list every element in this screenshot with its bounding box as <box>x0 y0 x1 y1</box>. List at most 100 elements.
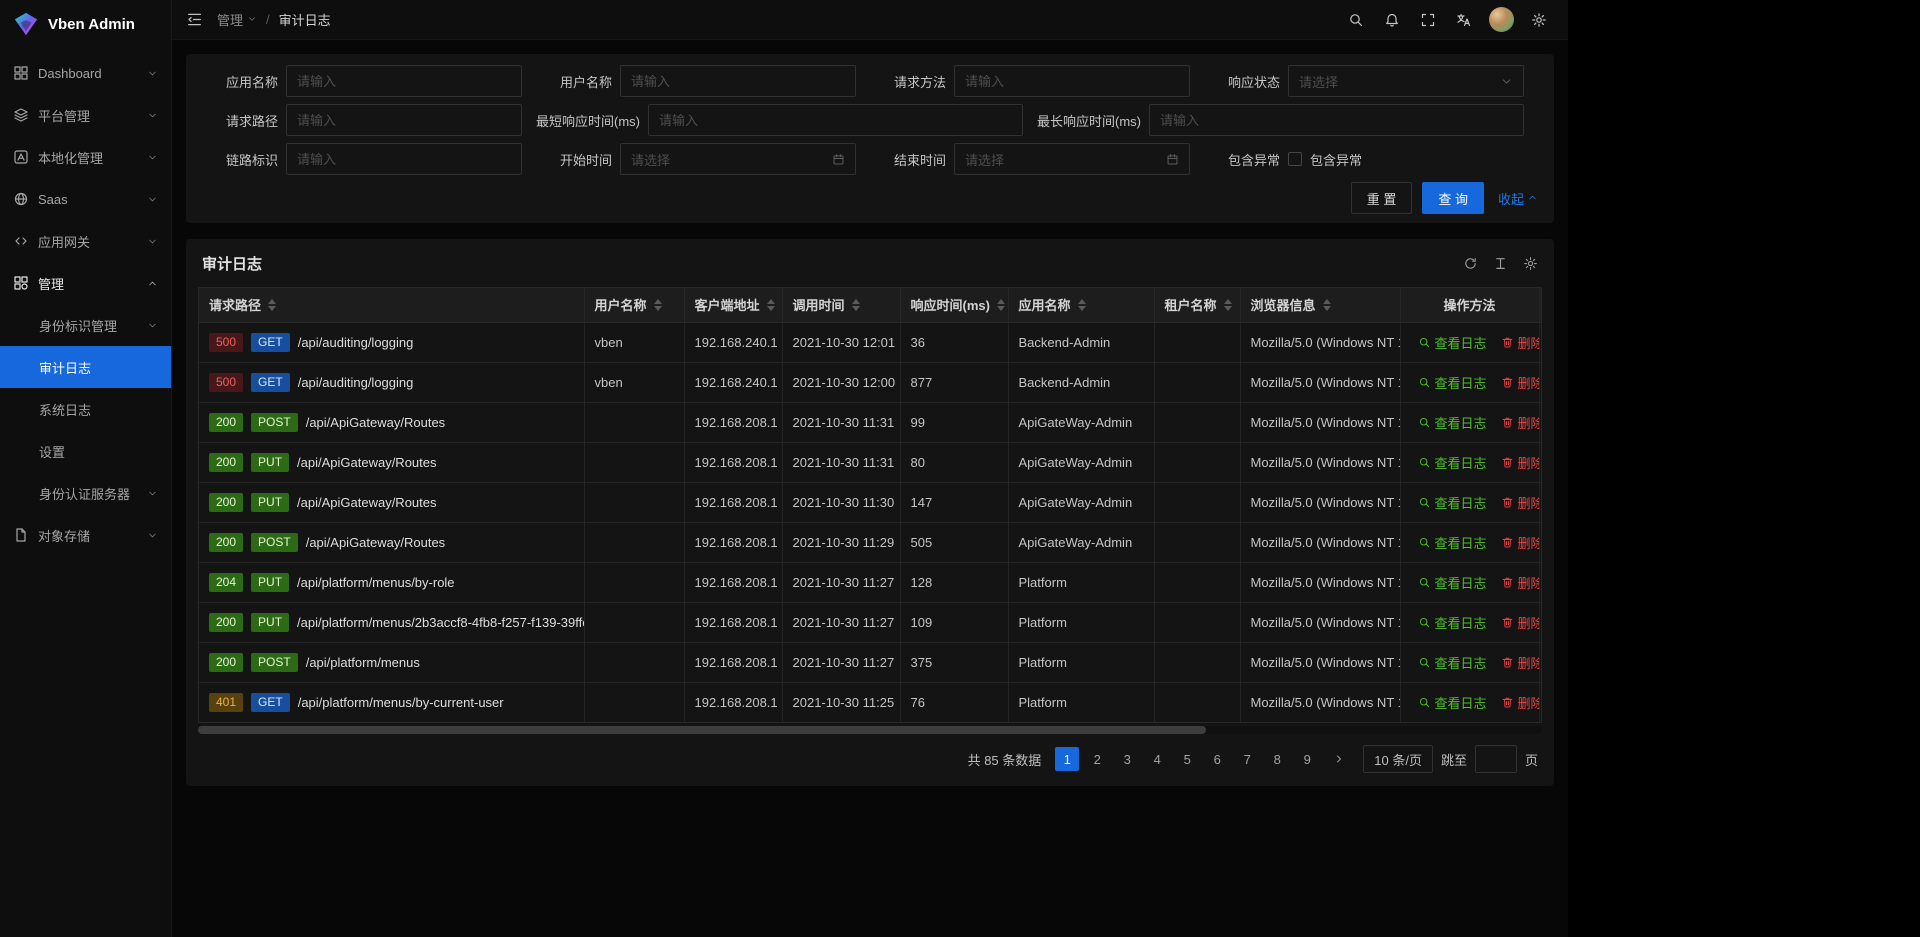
sidebar-item-locale[interactable]: 本地化管理 <box>0 136 171 178</box>
column-header-path[interactable]: 请求路径 <box>199 288 584 322</box>
view-log-button[interactable]: 查看日志 <box>1418 693 1487 712</box>
view-log-button[interactable]: 查看日志 <box>1418 493 1487 512</box>
sidebar-subitem-audit-log[interactable]: 审计日志 <box>0 346 171 388</box>
jump-page-input[interactable] <box>1475 745 1517 773</box>
filter-input-app-name[interactable] <box>286 65 522 97</box>
page-button-1[interactable]: 1 <box>1055 747 1079 771</box>
topbar-actions <box>1341 5 1554 35</box>
view-log-button[interactable]: 查看日志 <box>1418 533 1487 552</box>
view-log-button[interactable]: 查看日志 <box>1418 613 1487 632</box>
sort-icon[interactable] <box>1224 299 1232 311</box>
user-avatar[interactable] <box>1489 7 1514 32</box>
filter-date-start-time[interactable]: 请选择 <box>620 143 856 175</box>
column-height-icon[interactable] <box>1493 256 1508 271</box>
sort-icon[interactable] <box>1078 299 1086 311</box>
sidebar-subitem-settings[interactable]: 设置 <box>0 430 171 472</box>
reset-button[interactable]: 重 置 <box>1351 182 1413 214</box>
cell-ms: 128 <box>900 562 1008 602</box>
filter-input-user-name[interactable] <box>620 65 856 97</box>
status-badge: 204 <box>209 573 243 592</box>
sidebar-subitem-system-log[interactable]: 系统日志 <box>0 388 171 430</box>
fullscreen-icon[interactable] <box>1413 5 1443 35</box>
next-page-button[interactable] <box>1327 747 1351 771</box>
page-button-3[interactable]: 3 <box>1115 747 1139 771</box>
page-button-9[interactable]: 9 <box>1295 747 1319 771</box>
delete-button[interactable]: 删除 <box>1501 693 1539 712</box>
cell-user <box>584 522 684 562</box>
delete-button[interactable]: 删除 <box>1501 613 1539 632</box>
sort-icon[interactable] <box>767 299 775 311</box>
view-log-button[interactable]: 查看日志 <box>1418 453 1487 472</box>
translate-icon[interactable] <box>1449 5 1479 35</box>
filter-input-request-path[interactable] <box>286 104 522 136</box>
view-log-button[interactable]: 查看日志 <box>1418 413 1487 432</box>
column-header-tenant[interactable]: 租户名称 <box>1154 288 1240 322</box>
delete-button[interactable]: 删除 <box>1501 573 1539 592</box>
filter-label: 用户名称 <box>536 72 612 91</box>
page-button-2[interactable]: 2 <box>1085 747 1109 771</box>
sidebar-item-platform[interactable]: 平台管理 <box>0 94 171 136</box>
column-header-time[interactable]: 调用时间 <box>782 288 900 322</box>
sort-icon[interactable] <box>1323 299 1331 311</box>
delete-button[interactable]: 删除 <box>1501 413 1539 432</box>
filter-checkbox-has-exception[interactable]: 包含异常 <box>1288 150 1362 169</box>
column-header-ms[interactable]: 响应时间(ms) <box>900 288 1008 322</box>
page-button-4[interactable]: 4 <box>1145 747 1169 771</box>
scrollbar-thumb[interactable] <box>198 726 1206 734</box>
cell-actions: 查看日志删除 <box>1400 322 1539 362</box>
search-button[interactable]: 查 询 <box>1422 182 1484 214</box>
settings-icon[interactable] <box>1524 5 1554 35</box>
horizontal-scrollbar[interactable] <box>198 726 1542 734</box>
breadcrumb-separator: / <box>266 12 270 27</box>
cell-path: 200POST/api/ApiGateway/Routes <box>199 522 584 562</box>
filler-cell <box>1539 682 1541 722</box>
sort-icon[interactable] <box>997 299 1005 311</box>
filter-date-end-time[interactable]: 请选择 <box>954 143 1190 175</box>
sidebar-item-dashboard[interactable]: Dashboard <box>0 52 171 94</box>
sort-icon[interactable] <box>654 299 662 311</box>
page-button-5[interactable]: 5 <box>1175 747 1199 771</box>
sidebar-item-storage[interactable]: 对象存储 <box>0 514 171 556</box>
delete-button[interactable]: 删除 <box>1501 333 1539 352</box>
settings-icon[interactable] <box>1523 256 1538 271</box>
delete-button[interactable]: 删除 <box>1501 653 1539 672</box>
view-log-button[interactable]: 查看日志 <box>1418 333 1487 352</box>
delete-button[interactable]: 删除 <box>1501 493 1539 512</box>
delete-button[interactable]: 删除 <box>1501 533 1539 552</box>
sidebar-item-manage[interactable]: 管理 <box>0 262 171 304</box>
column-header-app[interactable]: 应用名称 <box>1008 288 1154 322</box>
filter-input-max-response-time[interactable] <box>1149 104 1524 136</box>
page-button-8[interactable]: 8 <box>1265 747 1289 771</box>
sidebar-item-label: 管理 <box>38 274 147 293</box>
search-icon[interactable] <box>1341 5 1371 35</box>
collapse-link[interactable]: 收起 <box>1498 189 1538 208</box>
delete-button[interactable]: 删除 <box>1501 453 1539 472</box>
method-badge: GET <box>251 373 290 392</box>
checkbox-icon[interactable] <box>1288 152 1302 166</box>
sidebar-item-saas[interactable]: Saas <box>0 178 171 220</box>
sidebar-item-gateway[interactable]: 应用网关 <box>0 220 171 262</box>
column-header-browser[interactable]: 浏览器信息 <box>1240 288 1400 322</box>
sidebar-subitem-auth-server[interactable]: 身份认证服务器 <box>0 472 171 514</box>
view-log-button[interactable]: 查看日志 <box>1418 573 1487 592</box>
logo[interactable]: Vben Admin <box>0 0 171 48</box>
sort-icon[interactable] <box>852 299 860 311</box>
sort-icon[interactable] <box>268 299 276 311</box>
delete-button[interactable]: 删除 <box>1501 373 1539 392</box>
page-button-6[interactable]: 6 <box>1205 747 1229 771</box>
menu-fold-icon[interactable] <box>186 11 203 28</box>
column-header-user[interactable]: 用户名称 <box>584 288 684 322</box>
filter-select-http-status[interactable]: 请选择 <box>1288 65 1524 97</box>
filter-input-min-response-time[interactable] <box>648 104 1023 136</box>
refresh-icon[interactable] <box>1463 256 1478 271</box>
column-header-client[interactable]: 客户端地址 <box>684 288 782 322</box>
bell-icon[interactable] <box>1377 5 1407 35</box>
filter-input-http-method[interactable] <box>954 65 1190 97</box>
page-size-select[interactable]: 10 条/页 <box>1363 745 1433 773</box>
view-log-button[interactable]: 查看日志 <box>1418 653 1487 672</box>
page-button-7[interactable]: 7 <box>1235 747 1259 771</box>
view-log-button[interactable]: 查看日志 <box>1418 373 1487 392</box>
filter-input-trace-id[interactable] <box>286 143 522 175</box>
sidebar-subitem-identity[interactable]: 身份标识管理 <box>0 304 171 346</box>
breadcrumb-item-manage[interactable]: 管理 <box>217 10 257 29</box>
